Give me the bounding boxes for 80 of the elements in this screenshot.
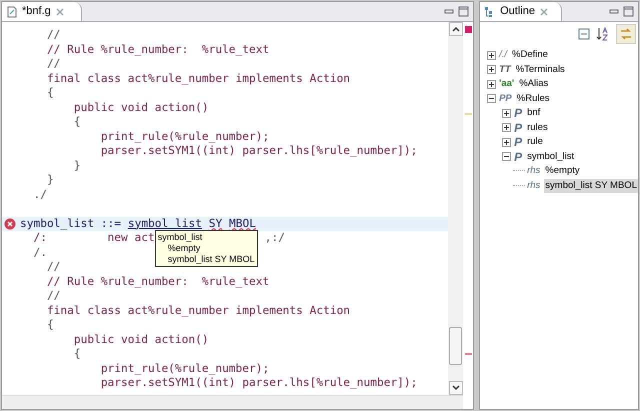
expand-toggle[interactable]	[502, 108, 512, 118]
tree-item[interactable]: %Define	[511, 48, 549, 62]
node-type-icon: rhs	[527, 178, 540, 193]
tree-item[interactable]: rule	[526, 135, 544, 150]
vertical-scrollbar[interactable]	[448, 22, 464, 395]
code-line: {	[72, 115, 81, 128]
code-line: //	[46, 57, 60, 70]
error-marker[interactable]	[464, 26, 472, 33]
code-line: public void action()	[72, 100, 209, 114]
code-line: parser.setSYM1((int) parser.lhs[%rule_number]);	[100, 376, 418, 389]
tab-title: *bnf.g	[22, 4, 51, 20]
horizontal-scrollbar[interactable]	[2, 395, 464, 409]
file-icon	[6, 6, 18, 18]
code-line: final class act%rule_number implements Action	[46, 72, 350, 84]
tree-item[interactable]: rules	[526, 120, 549, 135]
plus-icon	[488, 66, 496, 74]
node-type-icon: 'aa'	[499, 77, 514, 92]
scroll-up-icon[interactable]	[452, 26, 460, 32]
code-line: }	[72, 158, 81, 172]
plus-icon	[503, 124, 510, 132]
scroll-thumb[interactable]	[449, 327, 462, 365]
tree-item[interactable]: %Terminals	[514, 62, 566, 77]
code-line: // Rule %rule_number: %rule_text	[46, 274, 270, 288]
tree-item[interactable]: %Rules	[516, 92, 551, 106]
code-line: //	[46, 289, 60, 302]
code-line: {	[72, 347, 81, 360]
code-line: {	[46, 86, 54, 99]
code-line: //	[46, 28, 60, 41]
maximize-icon[interactable]	[458, 6, 470, 17]
tree-item[interactable]: bnf	[526, 106, 542, 120]
sort-icon[interactable]	[596, 27, 610, 41]
plus-icon	[488, 52, 496, 59]
tree-item[interactable]: symbol_list	[526, 150, 576, 164]
node-type-icon: /./	[499, 48, 508, 62]
expand-toggle[interactable]	[487, 80, 496, 89]
expand-toggle[interactable]	[502, 123, 512, 132]
expand-toggle[interactable]	[487, 94, 496, 104]
code-line: {	[46, 318, 54, 331]
expand-toggle[interactable]	[487, 50, 496, 60]
tree-item[interactable]: symbol_list SY MBOL	[544, 178, 638, 193]
tree-item[interactable]: %Alias	[518, 77, 550, 92]
close-icon[interactable]	[54, 6, 65, 16]
maximize-icon[interactable]	[623, 6, 634, 17]
code-line: symbol_list ::= symbol list SY MBOL	[20, 216, 257, 230]
plus-icon	[488, 80, 496, 88]
plus-icon	[503, 138, 510, 146]
tree-item[interactable]: %empty	[544, 164, 581, 178]
link-editor-icon[interactable]	[619, 27, 633, 41]
editor-tab[interactable]: *bnf.g	[2, 2, 82, 21]
node-type-icon: TT	[499, 62, 511, 77]
tooltip-item: symbol_list SY MBOL	[166, 254, 255, 265]
minimize-icon[interactable]	[444, 6, 454, 16]
code-line: print_rule(%rule_number);	[100, 362, 270, 374]
tab-title: Outline	[500, 4, 535, 20]
code-line: final class act%rule_number implements Action	[46, 304, 350, 316]
plus-icon	[503, 110, 510, 117]
code-line: }	[46, 173, 54, 186]
code-line: /: new act	[32, 231, 155, 246]
code-line: /.	[32, 246, 47, 258]
code-line: ,:/	[264, 231, 285, 246]
expand-toggle[interactable]	[487, 65, 496, 74]
code-line: //	[46, 260, 60, 273]
code-line: public void action()	[72, 332, 209, 346]
expand-toggle[interactable]	[502, 152, 512, 162]
warning-marker[interactable]	[464, 113, 472, 115]
outline-tab[interactable]: Outline	[480, 2, 562, 21]
tooltip-title: symbol_list	[158, 232, 204, 243]
code-line: // Rule %rule_number: %rule_text	[46, 42, 270, 56]
code-line: print_rule(%rule_number);	[100, 130, 270, 142]
code-line: parser.setSYM1((int) parser.lhs[%rule_number]);	[100, 144, 418, 157]
error-marker[interactable]	[464, 353, 472, 355]
node-type-icon: rhs	[527, 164, 540, 178]
close-icon[interactable]	[538, 6, 549, 16]
tooltip-item: %empty	[166, 243, 202, 254]
scroll-down-icon[interactable]	[452, 385, 460, 391]
expand-toggle[interactable]	[502, 138, 512, 147]
node-type-icon: PP	[499, 92, 512, 106]
minimize-icon[interactable]	[609, 6, 619, 16]
code-line: ./	[32, 188, 47, 200]
collapse-all-icon[interactable]	[578, 28, 590, 40]
